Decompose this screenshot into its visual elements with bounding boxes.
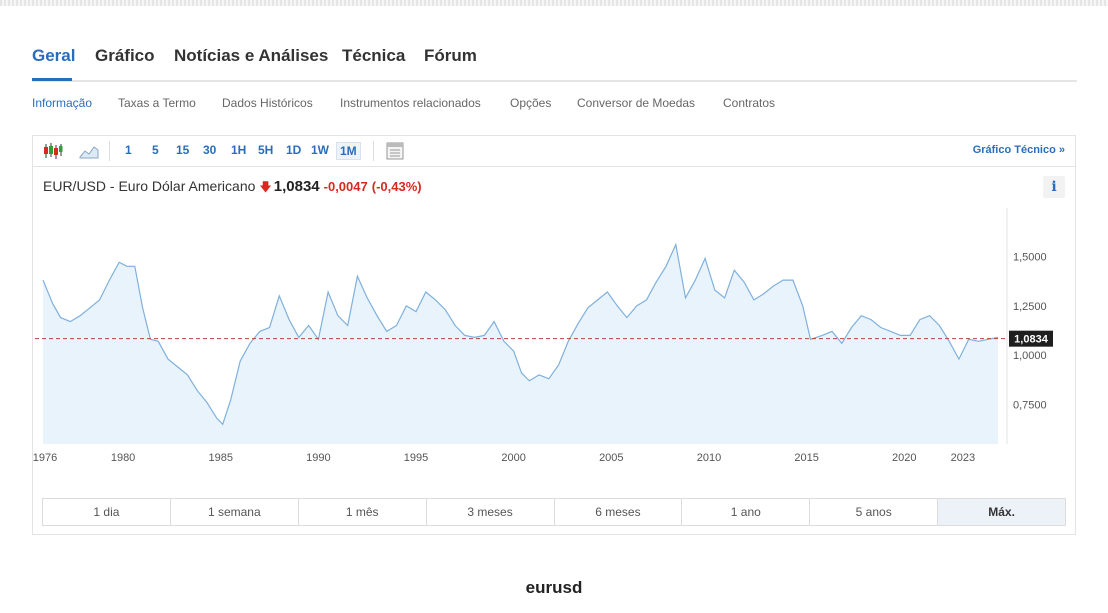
x-tick-label: 2010	[697, 452, 721, 464]
x-tick-label: 2015	[794, 452, 818, 464]
price-area	[43, 244, 998, 444]
range-button[interactable]: 3 meses	[427, 499, 555, 525]
tab-geral[interactable]: Geral	[32, 46, 75, 66]
top-border	[0, 0, 1108, 6]
time-range-selector: 1 dia 1 semana 1 mês 3 meses 6 meses 1 ano 5 a…	[42, 498, 1066, 526]
subnav-instrumentos[interactable]: Instrumentos relacionados	[340, 96, 481, 110]
subnav-opcoes[interactable]: Opções	[510, 96, 551, 110]
x-tick-label: 2000	[501, 452, 525, 464]
tab-tecnica[interactable]: Técnica	[342, 46, 405, 66]
x-tick-label: 2005	[599, 452, 623, 464]
range-button[interactable]: 1 mês	[299, 499, 427, 525]
range-button[interactable]: 5 anos	[810, 499, 939, 525]
range-button[interactable]: Máx.	[938, 499, 1065, 525]
range-button[interactable]: 1 ano	[682, 499, 811, 525]
subnav-informacao[interactable]: Informação	[32, 96, 92, 110]
page-caption: eurusd	[525, 578, 583, 597]
y-tick-label: 0,7500	[1013, 400, 1047, 412]
tab-forum[interactable]: Fórum	[424, 46, 477, 66]
tab-grafico[interactable]: Gráfico	[95, 46, 155, 66]
range-button[interactable]: 1 semana	[171, 499, 299, 525]
x-tick-label: 1980	[111, 452, 135, 464]
chart-widget: 1 5 15 30 1H 5H 1D 1W 1M Gráfico Técnico…	[32, 135, 1076, 535]
x-tick-label: 1976	[33, 452, 57, 464]
range-button[interactable]: 6 meses	[555, 499, 683, 525]
main-tabs: Geral Gráfico Notícias e Análises Técnic…	[32, 40, 1077, 82]
subnav-taxas-termo[interactable]: Taxas a Termo	[118, 96, 196, 110]
price-chart[interactable]: 1,0834 1,5000 1,2500 1,0000 0,7500 1976 1980 19…	[33, 136, 1075, 476]
x-tick-label: 1995	[404, 452, 428, 464]
subnav-contratos[interactable]: Contratos	[723, 96, 775, 110]
y-tick-label: 1,2500	[1013, 301, 1047, 313]
last-price-label: 1,0834	[1014, 334, 1049, 346]
x-tick-label: 1990	[306, 452, 330, 464]
tab-noticias[interactable]: Notícias e Análises	[174, 46, 328, 66]
x-tick-label: 2020	[892, 452, 916, 464]
range-button[interactable]: 1 dia	[43, 499, 171, 525]
active-tab-indicator	[32, 78, 72, 81]
subnav-dados-historicos[interactable]: Dados Históricos	[222, 96, 313, 110]
y-tick-label: 1,0000	[1013, 350, 1047, 362]
x-tick-label: 1985	[208, 452, 232, 464]
subnav-conversor[interactable]: Conversor de Moedas	[577, 96, 695, 110]
x-tick-label: 2023	[951, 452, 975, 464]
y-tick-label: 1,5000	[1013, 251, 1047, 263]
